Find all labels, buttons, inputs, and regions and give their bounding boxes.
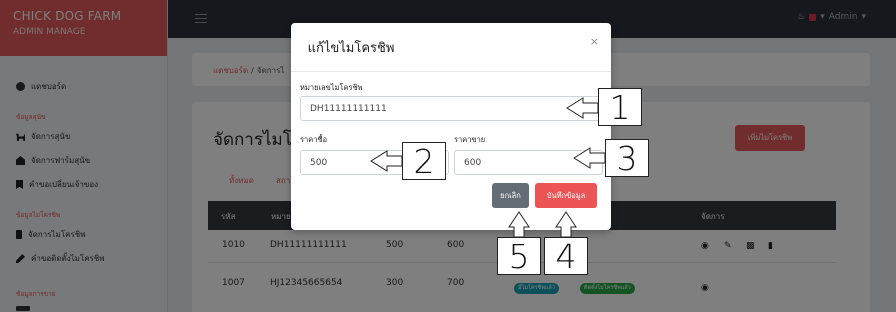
callout-arrow-4 xyxy=(555,211,577,238)
callout-4: 4 xyxy=(544,237,588,276)
callout-2: 2 xyxy=(402,142,446,181)
callout-arrows xyxy=(370,97,606,238)
callout-3: 3 xyxy=(605,139,649,178)
callout-arrow-5 xyxy=(508,211,530,238)
callout-arrow-1 xyxy=(566,97,599,119)
callout-arrow-3 xyxy=(573,147,606,169)
callout-arrow-2 xyxy=(370,150,403,172)
callout-5: 5 xyxy=(497,237,541,276)
callout-1: 1 xyxy=(598,88,642,127)
